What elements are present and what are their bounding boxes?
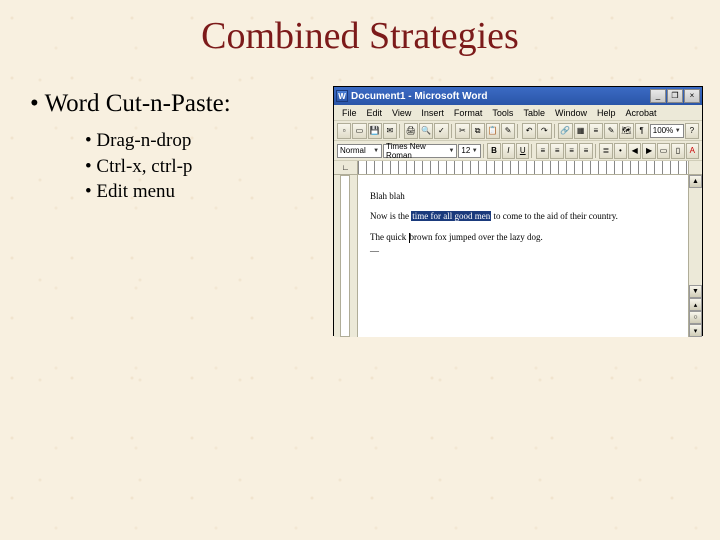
formatting-toolbar: Normal▼ Times New Roman▼ 12▼ B I U ≡ ≡ ≡…	[334, 141, 702, 161]
zoom-value: 100%	[653, 126, 673, 135]
cut-icon[interactable]: ✂	[455, 123, 469, 139]
minimize-button[interactable]: _	[650, 89, 666, 103]
browse-object-icon[interactable]: ○	[689, 311, 702, 324]
separator	[399, 124, 402, 138]
separator	[554, 124, 557, 138]
text-selection[interactable]: time for all good men	[411, 211, 491, 221]
menu-file[interactable]: File	[338, 107, 361, 119]
doc-line-4: —	[370, 244, 676, 258]
slide-title: Combined Strategies	[0, 0, 720, 58]
paste-icon[interactable]: 📋	[486, 123, 500, 139]
prev-page-icon[interactable]: ▴	[689, 298, 702, 311]
font-combo[interactable]: Times New Roman▼	[383, 144, 457, 158]
menu-help[interactable]: Help	[593, 107, 620, 119]
para-icon[interactable]: ¶	[635, 123, 649, 139]
ruler-corner: ∟	[334, 161, 358, 174]
sub-bullet-3: Edit menu	[85, 179, 330, 205]
bullets-icon[interactable]: •	[614, 143, 627, 159]
separator	[531, 144, 534, 158]
font-value: Times New Roman	[386, 142, 448, 160]
separator	[595, 144, 598, 158]
vertical-scrollbar[interactable]: ▲ ▼ ▴ ○ ▾	[688, 175, 702, 337]
font-color-icon[interactable]: A	[686, 143, 699, 159]
style-value: Normal	[340, 146, 366, 155]
bullet-main: Word Cut-n-Paste:	[30, 90, 330, 118]
bold-icon[interactable]: B	[487, 143, 500, 159]
menu-acrobat[interactable]: Acrobat	[621, 107, 660, 119]
align-center-icon[interactable]: ≡	[550, 143, 563, 159]
menu-format[interactable]: Format	[450, 107, 487, 119]
doc-line-3: The quick brown fox jumped over the lazy…	[370, 230, 676, 244]
titlebar[interactable]: W Document1 - Microsoft Word _ ❐ ×	[334, 87, 702, 105]
highlight-icon[interactable]: ▯	[671, 143, 684, 159]
menu-view[interactable]: View	[388, 107, 415, 119]
word-app-icon: W	[336, 90, 348, 102]
menu-window[interactable]: Window	[551, 107, 591, 119]
copy-icon[interactable]: ⧉	[471, 123, 485, 139]
tab-selector-icon[interactable]: ∟	[342, 163, 350, 172]
menu-tools[interactable]: Tools	[488, 107, 517, 119]
redo-icon[interactable]: ↷	[537, 123, 551, 139]
separator	[483, 144, 486, 158]
columns-icon[interactable]: ≡	[589, 123, 603, 139]
help-icon[interactable]: ?	[685, 123, 699, 139]
document-page[interactable]: Blah blah Now is the time for all good m…	[358, 175, 688, 337]
print-icon[interactable]: 🖨	[404, 123, 418, 139]
vertical-ruler[interactable]	[340, 175, 350, 337]
size-combo[interactable]: 12▼	[458, 144, 480, 158]
new-icon[interactable]: ▫	[337, 123, 351, 139]
indent-icon[interactable]: ▶	[642, 143, 655, 159]
align-left-icon[interactable]: ≡	[536, 143, 549, 159]
chevron-down-icon: ▼	[448, 148, 454, 154]
justify-icon[interactable]: ≡	[579, 143, 592, 159]
tables-icon[interactable]: ▦	[574, 123, 588, 139]
next-page-icon[interactable]: ▾	[689, 324, 702, 337]
word-window: W Document1 - Microsoft Word _ ❐ × File …	[333, 86, 703, 336]
menu-table[interactable]: Table	[519, 107, 549, 119]
standard-toolbar: ▫ ▭ 💾 ✉ 🖨 🔍 ✓ ✂ ⧉ 📋 ✎ ↶ ↷ 🔗 ▦ ≡ ✎ 🗺 ¶ 10…	[334, 121, 702, 141]
separator	[451, 124, 454, 138]
sub-bullet-2: Ctrl-x, ctrl-p	[85, 154, 330, 180]
sub-bullet-1: Drag-n-drop	[85, 128, 330, 154]
scroll-up-icon[interactable]: ▲	[689, 175, 702, 188]
window-title: Document1 - Microsoft Word	[351, 91, 487, 102]
size-value: 12	[461, 146, 470, 155]
print-preview-icon[interactable]: 🔍	[419, 123, 433, 139]
zoom-combo[interactable]: 100%▼	[650, 124, 684, 138]
doc-line-1: Blah blah	[370, 189, 676, 203]
close-button[interactable]: ×	[684, 89, 700, 103]
border-icon[interactable]: ▭	[657, 143, 670, 159]
map-icon[interactable]: 🗺	[619, 123, 633, 139]
chevron-down-icon: ▼	[472, 148, 478, 154]
separator	[517, 124, 520, 138]
vertical-ruler-area	[334, 175, 358, 337]
outdent-icon[interactable]: ◀	[628, 143, 641, 159]
numbering-icon[interactable]: ≣	[599, 143, 612, 159]
doc-line-2: Now is the time for all good men to come…	[370, 209, 676, 223]
chevron-down-icon: ▼	[373, 148, 379, 154]
underline-icon[interactable]: U	[516, 143, 529, 159]
maximize-button[interactable]: ❐	[667, 89, 683, 103]
spell-icon[interactable]: ✓	[434, 123, 448, 139]
mail-icon[interactable]: ✉	[383, 123, 397, 139]
chevron-down-icon: ▼	[675, 128, 681, 134]
horizontal-ruler[interactable]	[358, 161, 688, 174]
format-painter-icon[interactable]: ✎	[501, 123, 515, 139]
menu-insert[interactable]: Insert	[417, 107, 448, 119]
italic-icon[interactable]: I	[502, 143, 515, 159]
insert-link-icon[interactable]: 🔗	[558, 123, 572, 139]
menu-edit[interactable]: Edit	[363, 107, 387, 119]
save-icon[interactable]: 💾	[368, 123, 382, 139]
scroll-down-icon[interactable]: ▼	[689, 285, 702, 298]
undo-icon[interactable]: ↶	[522, 123, 536, 139]
style-combo[interactable]: Normal ▼	[337, 144, 382, 158]
open-icon[interactable]: ▭	[352, 123, 366, 139]
menubar: File Edit View Insert Format Tools Table…	[334, 105, 702, 121]
drawing-icon[interactable]: ✎	[604, 123, 618, 139]
align-right-icon[interactable]: ≡	[565, 143, 578, 159]
